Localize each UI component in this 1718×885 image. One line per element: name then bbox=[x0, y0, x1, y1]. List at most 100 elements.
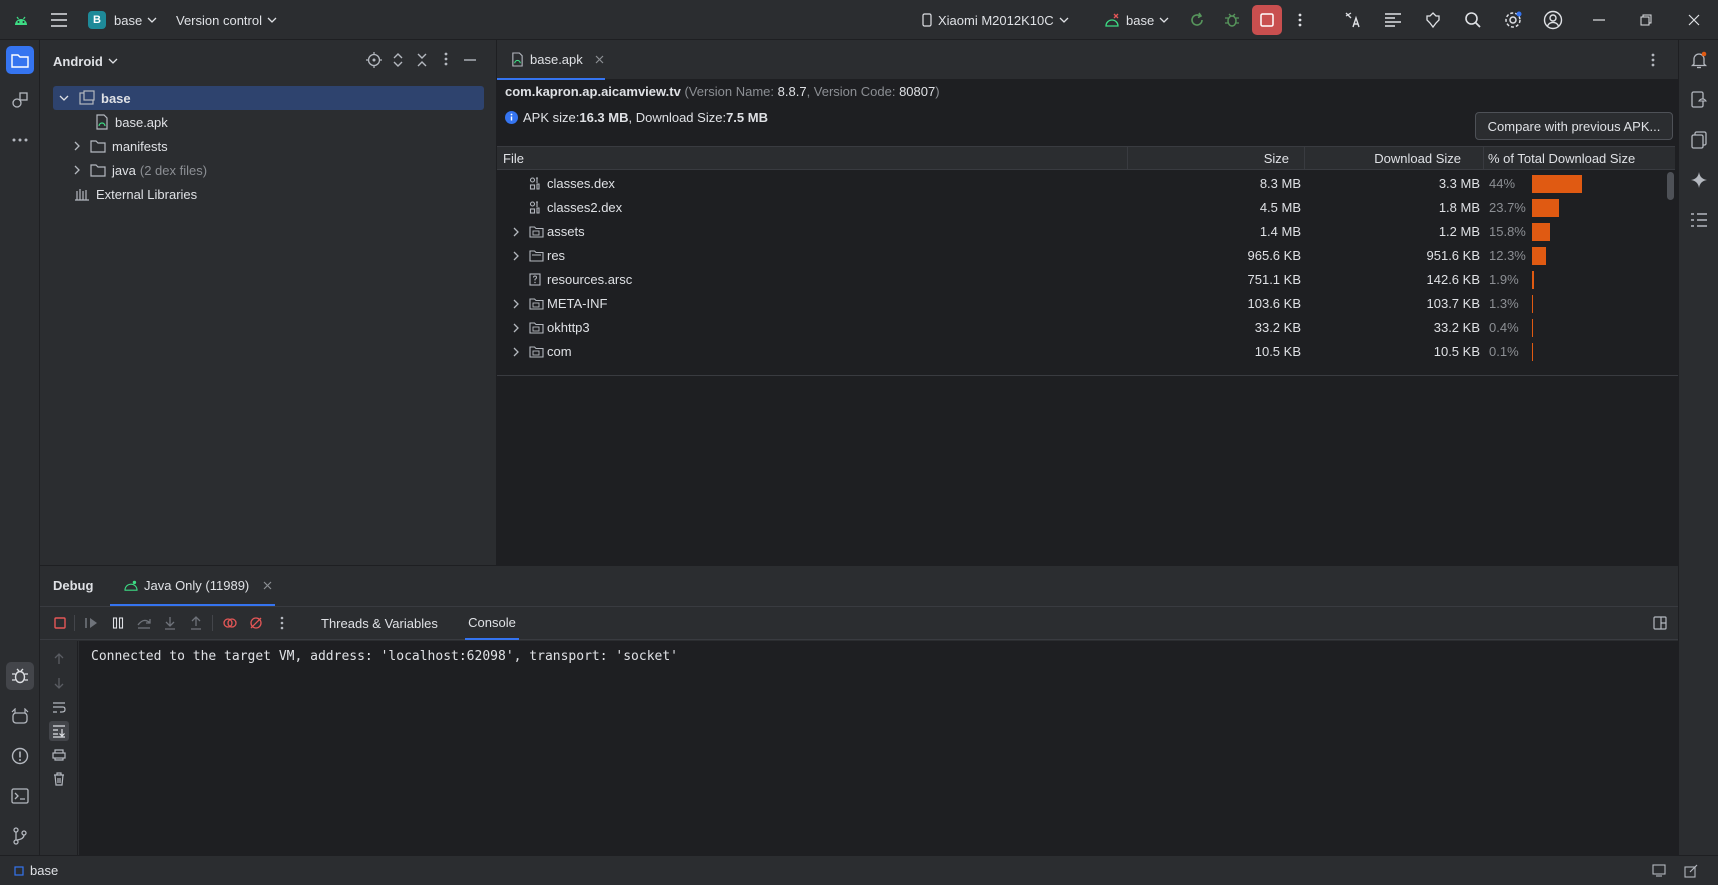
column-header-percent[interactable]: % of Total Download Size bbox=[1488, 151, 1635, 166]
resource-manager-button[interactable] bbox=[6, 86, 34, 114]
view-breakpoints-icon[interactable] bbox=[222, 615, 238, 631]
device-manager-button[interactable] bbox=[1685, 86, 1713, 114]
close-tab-icon[interactable] bbox=[263, 581, 272, 590]
memory-indicator-icon[interactable] bbox=[1652, 864, 1666, 877]
table-row[interactable]: res 965.6 KB 951.6 KB 12.3% bbox=[497, 244, 1667, 268]
compare-apk-button[interactable]: Compare with previous APK... bbox=[1475, 112, 1673, 140]
project-tool-button[interactable] bbox=[6, 46, 34, 74]
step-over-icon[interactable] bbox=[136, 615, 152, 631]
logcat-icon bbox=[11, 708, 29, 724]
chevron-right-icon[interactable] bbox=[513, 227, 519, 237]
code-analysis-icon[interactable] bbox=[1382, 9, 1404, 31]
tree-item-label: External Libraries bbox=[96, 186, 198, 202]
locate-icon[interactable] bbox=[362, 52, 386, 68]
notifications-button[interactable] bbox=[1685, 46, 1713, 74]
scroll-up-icon[interactable] bbox=[49, 649, 69, 669]
table-row[interactable]: com 10.5 KB 10.5 KB 0.1% bbox=[497, 340, 1667, 364]
step-into-icon[interactable] bbox=[162, 615, 178, 631]
tree-item-java[interactable]: java (2 dex files) bbox=[74, 158, 207, 182]
more-tools-button[interactable] bbox=[6, 126, 34, 154]
debug-session-tab[interactable]: Java Only (11989) bbox=[110, 566, 275, 606]
search-icon[interactable] bbox=[1462, 9, 1484, 31]
soft-wrap-icon[interactable] bbox=[49, 697, 69, 717]
file-size: 33.2 KB bbox=[1254, 320, 1301, 335]
download-size: 951.6 KB bbox=[1426, 248, 1481, 263]
more-debug-actions-icon[interactable] bbox=[274, 615, 290, 631]
more-actions-icon[interactable] bbox=[1289, 9, 1311, 31]
edit-status-icon[interactable] bbox=[1684, 864, 1698, 878]
options-icon[interactable] bbox=[434, 52, 458, 68]
vcs-menu[interactable]: Version control bbox=[176, 0, 277, 40]
column-header-size[interactable]: Size bbox=[1227, 151, 1289, 166]
scroll-to-end-icon[interactable] bbox=[49, 721, 69, 741]
close-window-icon[interactable] bbox=[1683, 9, 1705, 31]
file-size: 751.1 KB bbox=[1247, 272, 1302, 287]
terminal-tool-button[interactable] bbox=[6, 782, 34, 810]
column-header-download-size[interactable]: Download Size bbox=[1327, 151, 1461, 166]
download-size-value: 7.5 MB bbox=[726, 110, 768, 125]
status-breadcrumb[interactable]: base bbox=[14, 863, 58, 878]
debug-tool-button[interactable] bbox=[6, 662, 34, 690]
print-icon[interactable] bbox=[49, 745, 69, 765]
git-tool-button[interactable] bbox=[6, 822, 34, 850]
plugin-icon[interactable] bbox=[1422, 9, 1444, 31]
hide-panel-icon[interactable] bbox=[458, 52, 482, 68]
table-row[interactable]: okhttp3 33.2 KB 33.2 KB 0.4% bbox=[497, 316, 1667, 340]
file-name: META-INF bbox=[547, 296, 608, 311]
gemini-button[interactable] bbox=[1685, 166, 1713, 194]
tab-threads-variables[interactable]: Threads & Variables bbox=[321, 607, 438, 640]
table-row[interactable]: classes.dex 8.3 MB 3.3 MB 44% bbox=[497, 172, 1667, 196]
settings-gear-icon[interactable] bbox=[1502, 9, 1524, 31]
chevron-right-icon[interactable] bbox=[513, 347, 519, 357]
collapse-all-icon[interactable] bbox=[410, 52, 434, 68]
apk-size-info: APK size: 16.3 MB, Download Size: 7.5 MB bbox=[505, 110, 768, 125]
stop-debug-icon[interactable] bbox=[52, 615, 68, 631]
close-tab-icon[interactable] bbox=[595, 55, 604, 64]
editor-area: base.apk com.kapron.ap.aicamview.tv (Ver… bbox=[497, 40, 1678, 565]
rerun-icon[interactable] bbox=[1186, 9, 1208, 31]
chevron-right-icon[interactable] bbox=[513, 299, 519, 309]
translate-icon[interactable] bbox=[1342, 9, 1364, 31]
tab-console[interactable]: Console bbox=[465, 607, 519, 640]
tab-options-icon[interactable] bbox=[1651, 53, 1655, 67]
resume-icon[interactable] bbox=[84, 615, 100, 631]
table-row[interactable]: resources.arsc 751.1 KB 142.6 KB 1.9% bbox=[497, 268, 1667, 292]
restore-window-icon[interactable] bbox=[1635, 9, 1657, 31]
main-menu-icon[interactable] bbox=[48, 9, 70, 31]
running-devices-button[interactable] bbox=[1685, 126, 1713, 154]
stop-button[interactable] bbox=[1252, 5, 1282, 35]
chevron-right-icon[interactable] bbox=[513, 251, 519, 261]
tree-item-external-libraries[interactable]: External Libraries bbox=[74, 182, 197, 206]
run-config-selector[interactable]: base bbox=[1104, 0, 1169, 40]
scroll-down-icon[interactable] bbox=[49, 673, 69, 693]
tree-item-base-apk[interactable]: base.apk bbox=[95, 110, 168, 134]
file-size: 8.3 MB bbox=[1259, 176, 1301, 191]
tree-item-base-module[interactable]: base bbox=[53, 86, 484, 110]
structure-button[interactable] bbox=[1685, 206, 1713, 234]
account-icon[interactable] bbox=[1542, 9, 1564, 31]
debug-bug-icon[interactable] bbox=[1221, 9, 1243, 31]
logcat-tool-button[interactable] bbox=[6, 702, 34, 730]
chevron-right-icon bbox=[74, 165, 80, 175]
tree-item-manifests[interactable]: manifests bbox=[74, 134, 168, 158]
mute-breakpoints-icon[interactable] bbox=[248, 615, 264, 631]
project-switcher[interactable]: B base bbox=[88, 0, 157, 40]
libraries-icon bbox=[75, 189, 89, 201]
pause-icon[interactable] bbox=[110, 615, 126, 631]
column-header-file[interactable]: File bbox=[503, 151, 524, 166]
layout-settings-icon[interactable] bbox=[1652, 615, 1668, 631]
table-row[interactable]: classes2.dex 4.5 MB 1.8 MB 23.7% bbox=[497, 196, 1667, 220]
expand-all-icon[interactable] bbox=[386, 52, 410, 68]
tab-base-apk[interactable]: base.apk bbox=[497, 40, 605, 80]
table-row[interactable]: META-INF 103.6 KB 103.7 KB 1.3% bbox=[497, 292, 1667, 316]
trash-icon[interactable] bbox=[49, 769, 69, 789]
table-row[interactable]: assets 1.4 MB 1.2 MB 15.8% bbox=[497, 220, 1667, 244]
device-selector[interactable]: Xiaomi M2012K10C bbox=[922, 0, 1069, 40]
vertical-scrollbar[interactable] bbox=[1667, 172, 1674, 200]
problems-tool-button[interactable] bbox=[6, 742, 34, 770]
console-output[interactable]: Connected to the target VM, address: 'lo… bbox=[79, 641, 1678, 856]
structure-icon bbox=[1691, 213, 1707, 227]
chevron-right-icon[interactable] bbox=[513, 323, 519, 333]
minimize-window-icon[interactable] bbox=[1588, 9, 1610, 31]
step-out-icon[interactable] bbox=[188, 615, 204, 631]
